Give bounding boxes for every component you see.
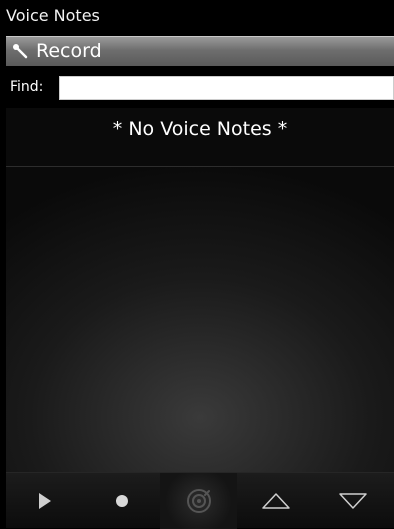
find-label: Find: — [10, 79, 44, 95]
play-icon — [38, 493, 51, 509]
microphone-icon — [12, 43, 30, 61]
record-label: Record — [36, 40, 102, 62]
empty-list-message: * No Voice Notes * — [112, 118, 288, 140]
up-arrow-icon — [261, 493, 290, 509]
voice-note-icon — [186, 489, 211, 513]
voice-note-button[interactable] — [160, 473, 237, 529]
record-button[interactable] — [83, 473, 160, 529]
list-divider — [6, 166, 394, 167]
voice-notes-list: * No Voice Notes * — [6, 108, 394, 472]
down-arrow-icon — [338, 493, 367, 509]
bottom-toolbar — [6, 472, 394, 529]
record-menu-item[interactable]: Record — [6, 36, 394, 66]
title-bar: Voice Notes — [0, 0, 394, 36]
find-bar: Find: — [6, 74, 394, 102]
play-button[interactable] — [6, 473, 83, 529]
scroll-down-button[interactable] — [314, 473, 391, 529]
scroll-up-button[interactable] — [237, 473, 314, 529]
app-title: Voice Notes — [6, 6, 100, 25]
record-dot-icon — [115, 495, 128, 507]
find-input[interactable] — [59, 76, 394, 100]
